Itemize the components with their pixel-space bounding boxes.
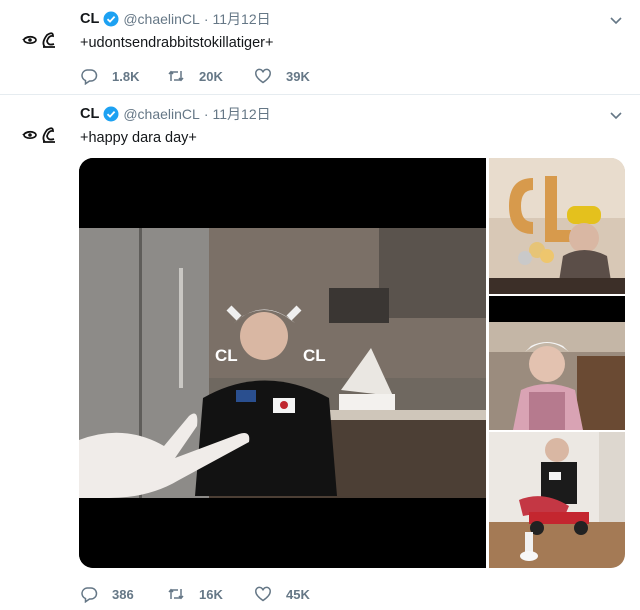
user-handle[interactable]: @chaelinCL [123, 106, 199, 122]
retweet-count: 20K [199, 68, 223, 84]
heart-icon [255, 586, 271, 602]
reply-icon [81, 587, 98, 603]
media-photo-thumb[interactable] [489, 432, 625, 568]
media-photo-main[interactable]: CL CL [79, 158, 486, 568]
verified-badge-icon [103, 106, 119, 122]
like-count: 45K [286, 586, 310, 602]
retweet-button[interactable]: 16K [167, 584, 254, 604]
reply-button[interactable]: 386 [80, 584, 167, 604]
chevron-down-icon[interactable] [608, 107, 624, 123]
jacket-letter-left: CL [215, 346, 238, 365]
retweet-icon [168, 70, 184, 82]
reply-count: 386 [112, 586, 134, 602]
media-photo-thumb[interactable] [489, 296, 625, 430]
tweet[interactable]: CL @chaelinCL · 11月12日 +happy dara day+ [0, 95, 640, 610]
user-handle[interactable]: @chaelinCL [123, 11, 199, 27]
separator: · [203, 106, 209, 122]
retweet-button[interactable]: 20K [167, 66, 254, 86]
retweet-icon [168, 588, 184, 600]
reply-icon [81, 69, 98, 85]
chevron-down-icon[interactable] [608, 12, 624, 28]
verified-badge-icon [103, 11, 119, 27]
separator: · [203, 11, 209, 27]
display-name[interactable]: CL [80, 106, 99, 122]
avatar[interactable] [18, 22, 66, 62]
like-count: 39K [286, 68, 310, 84]
like-button[interactable]: 39K [254, 66, 341, 86]
media-gallery: CL CL [79, 158, 625, 568]
tweet-actions: 1.8K 20K 39K [80, 66, 341, 86]
avatar[interactable] [18, 117, 66, 157]
reply-count: 1.8K [112, 68, 140, 84]
tweet-date[interactable]: 11月12日 [213, 9, 271, 29]
tweet-date[interactable]: 11月12日 [213, 104, 271, 124]
heart-icon [255, 68, 271, 84]
display-name[interactable]: CL [80, 11, 99, 27]
like-button[interactable]: 45K [254, 584, 341, 604]
tweet-actions: 386 16K 45K [80, 584, 341, 604]
media-photo-thumb[interactable] [489, 158, 625, 294]
tweet-text: +udontsendrabbitstokillatiger+ [80, 35, 274, 51]
reply-button[interactable]: 1.8K [80, 66, 167, 86]
jacket-letter-right: CL [303, 346, 326, 365]
tweet-text: +happy dara day+ [80, 130, 197, 146]
retweet-count: 16K [199, 586, 223, 602]
tweet[interactable]: CL @chaelinCL · 11月12日 +udontsendrabbits… [0, 0, 640, 95]
